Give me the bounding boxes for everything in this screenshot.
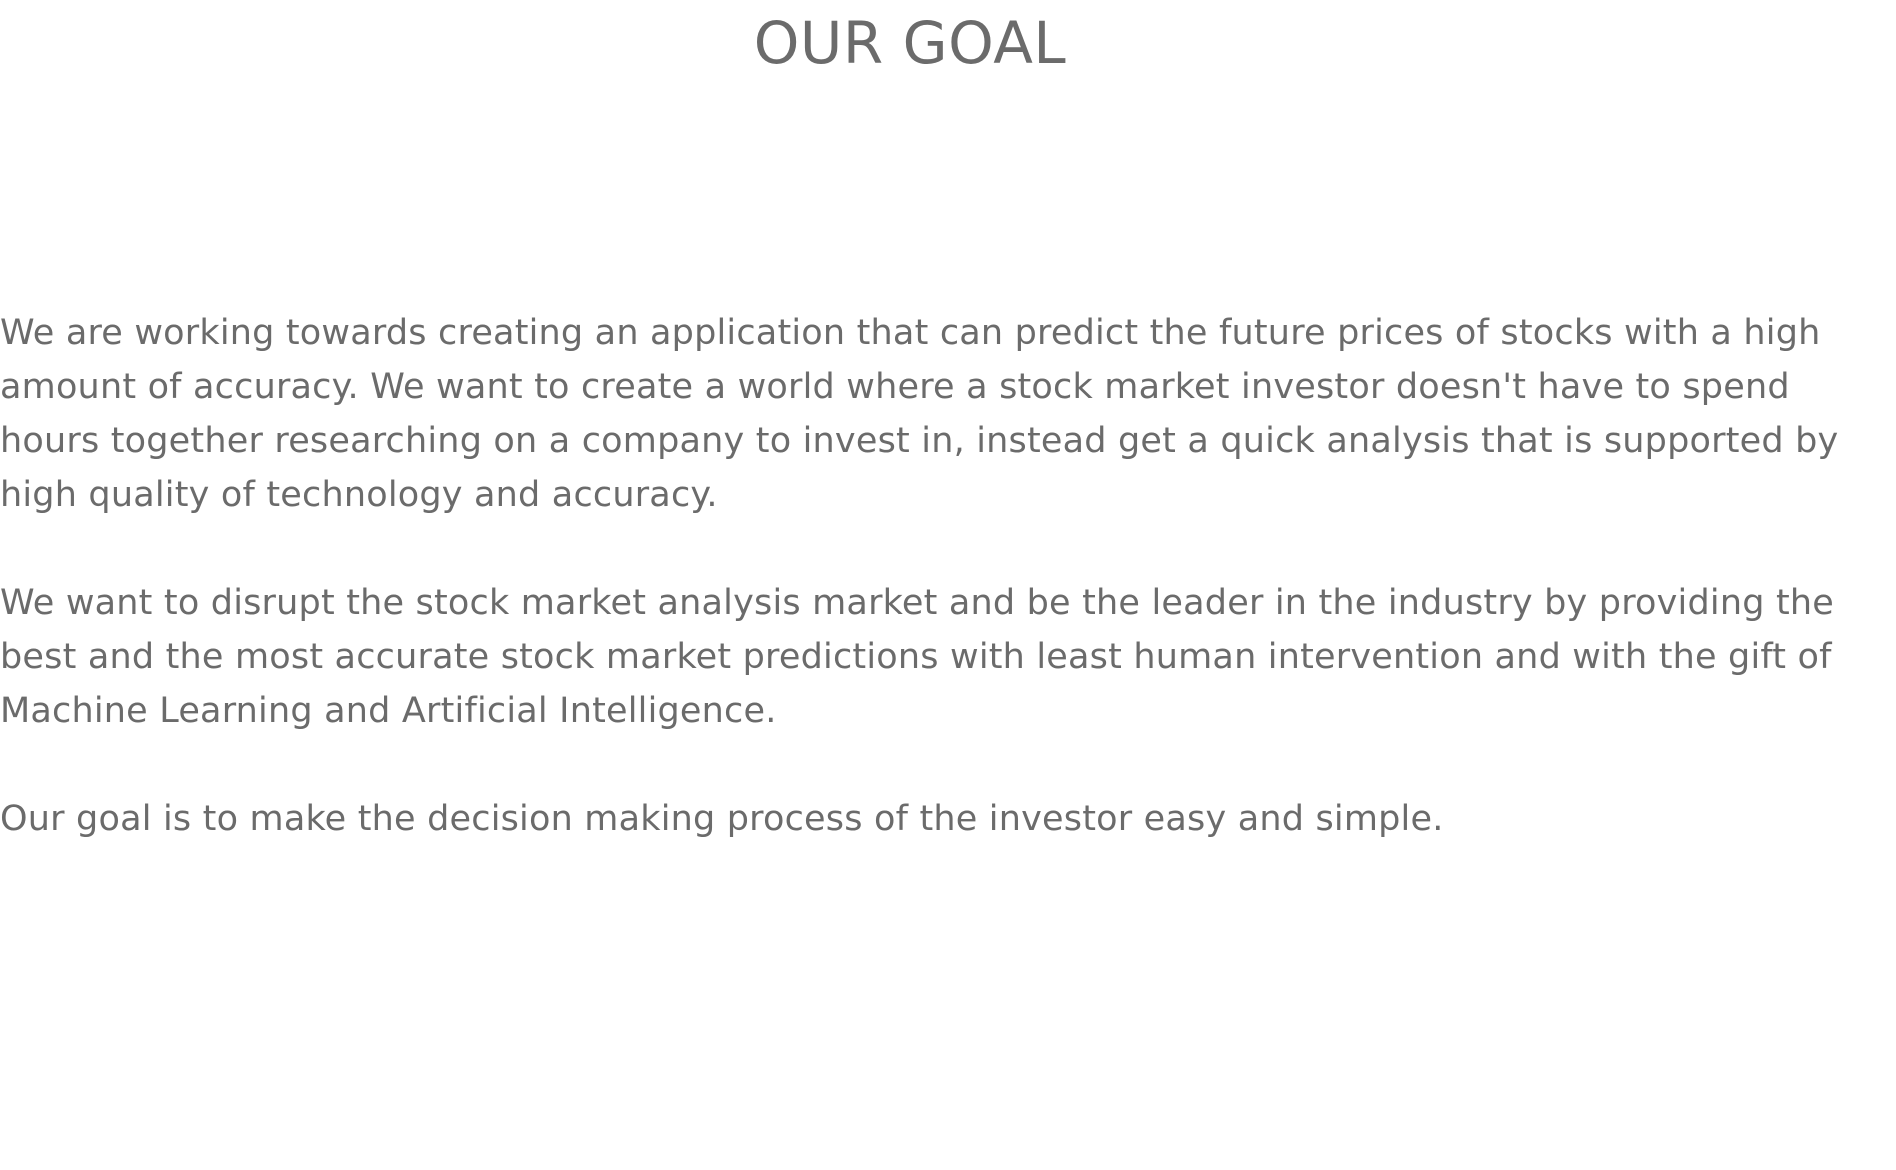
goal-paragraph-1: We are working towards creating an appli… [0,313,1839,515]
goal-page: OUR GOAL We are working towards creating… [0,0,1896,1170]
goal-content: We are working towards creating an appli… [0,306,1890,900]
goal-paragraph-3: Our goal is to make the decision making … [0,799,1444,839]
goal-paragraph-2: We want to disrupt the stock market anal… [0,583,1834,731]
page-title: OUR GOAL [753,9,1067,77]
